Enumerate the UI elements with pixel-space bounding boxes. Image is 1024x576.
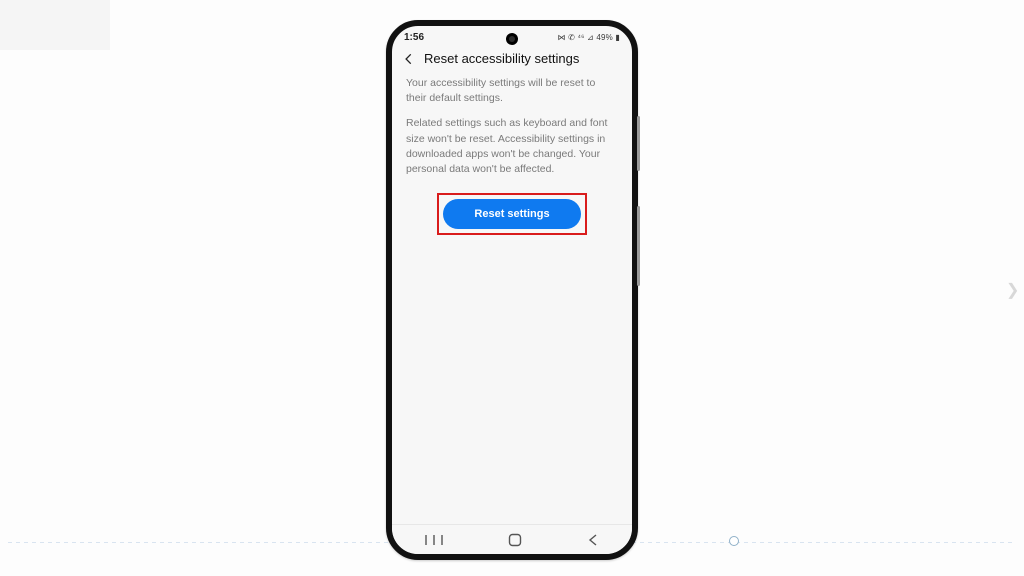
reset-settings-button[interactable]: Reset settings (443, 199, 581, 229)
volume-button (637, 116, 640, 171)
highlight-box: Reset settings (437, 193, 587, 235)
status-time: 1:56 (404, 32, 424, 43)
nav-back-icon[interactable] (587, 533, 599, 547)
description-1: Your accessibility settings will be rese… (392, 76, 632, 106)
status-indicators: ⋈ ✆ ⁴⁶ ⊿ 49% ▮ (558, 33, 620, 42)
home-icon[interactable] (508, 533, 522, 547)
system-nav-bar (392, 524, 632, 554)
recents-icon[interactable] (425, 534, 443, 546)
phone-frame: 1:56 ⋈ ✆ ⁴⁶ ⊿ 49% ▮ Reset accessibility … (386, 20, 638, 560)
back-icon[interactable] (402, 52, 416, 66)
description-2: Related settings such as keyboard and fo… (392, 116, 632, 177)
page-header: Reset accessibility settings (392, 43, 632, 76)
page-title: Reset accessibility settings (424, 51, 579, 66)
power-button (637, 206, 640, 286)
front-camera-icon (506, 33, 518, 45)
background-panel (0, 0, 110, 50)
spacer (392, 106, 632, 116)
next-slide-arrow[interactable]: ❯ (1006, 280, 1022, 300)
carousel-indicator[interactable] (729, 536, 739, 546)
